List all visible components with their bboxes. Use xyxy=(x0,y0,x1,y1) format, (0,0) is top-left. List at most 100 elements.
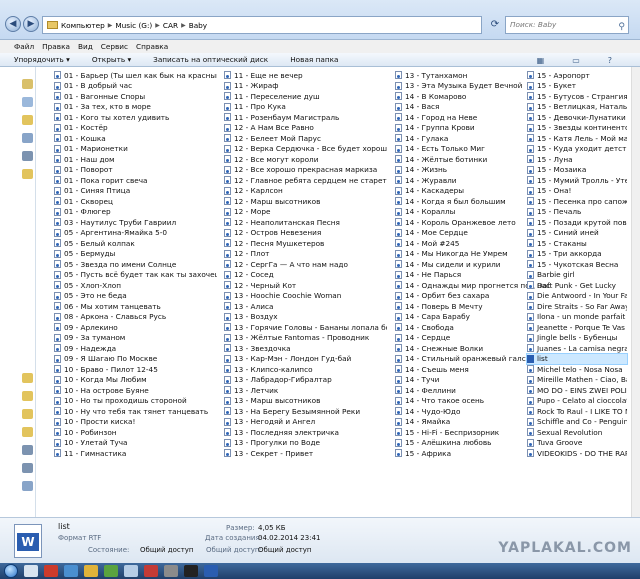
file-item[interactable]: 13 - Последняя электричка xyxy=(224,427,387,438)
file-item[interactable]: 01 - Кого ты хотел удивить xyxy=(54,112,217,123)
file-item[interactable]: Ilona - un monde parfait xyxy=(527,312,627,323)
file-item[interactable]: VIDEOKIDS - DO THE RAP xyxy=(527,448,627,459)
file-item[interactable]: 01 - Марионетки xyxy=(54,144,217,155)
app-taskbar-icon[interactable] xyxy=(124,565,138,577)
menu-edit[interactable]: Правка xyxy=(42,40,70,53)
file-item[interactable]: 12 - Черный Кот xyxy=(224,280,387,291)
file-item[interactable]: 15 - Она! xyxy=(527,186,627,197)
preview-pane-icon[interactable]: ▭ xyxy=(572,54,580,68)
drive-icon[interactable] xyxy=(22,445,33,455)
file-item[interactable]: 13 - Лабрадор-Гибралтар xyxy=(224,375,387,386)
file-item[interactable]: 13 - Прогулки по Воде xyxy=(224,438,387,449)
file-item[interactable]: 11 - Жираф xyxy=(224,81,387,92)
file-item[interactable]: 13 - На Берегу Безымянной Реки xyxy=(224,406,387,417)
menu-help[interactable]: Справка xyxy=(136,40,168,53)
file-item[interactable]: 15 - Позади крутой поворот xyxy=(527,217,627,228)
file-item[interactable]: 05 - Аргентина-Ямайка 5-0 xyxy=(54,228,217,239)
breadcrumb-computer[interactable]: Компьютер xyxy=(61,21,105,30)
file-item[interactable]: list xyxy=(526,352,628,365)
file-item[interactable]: 13 - Марш высотников xyxy=(224,396,387,407)
file-item[interactable]: 01 - Флюгер xyxy=(54,207,217,218)
network-icon[interactable] xyxy=(22,481,33,491)
file-item[interactable]: Mireille Mathen - Ciao, Bambino xyxy=(527,375,627,386)
ie-taskbar-icon[interactable] xyxy=(64,565,78,577)
file-item[interactable]: 13 - Секрет - Привет xyxy=(224,448,387,459)
breadcrumb-music[interactable]: Music (G:) xyxy=(115,21,152,30)
file-item[interactable]: 13 - Негодяй и Ангел xyxy=(224,417,387,428)
file-item[interactable]: 15 - Букет xyxy=(527,81,627,92)
file-item[interactable]: 12 - Неаполитанская Песня xyxy=(224,217,387,228)
open-button[interactable]: Открыть ▾ xyxy=(92,53,131,66)
file-item[interactable]: 09 - Арлекино xyxy=(54,322,217,333)
file-item[interactable]: 01 - Барьер (Ты шел как бык на красный с… xyxy=(54,70,217,81)
menu-view[interactable]: Вид xyxy=(78,40,93,53)
file-item[interactable]: 12 - СергГа — А что нам надо xyxy=(224,259,387,270)
file-item[interactable]: 12 - А Нам Все Равно xyxy=(224,123,387,134)
computer-icon[interactable] xyxy=(22,133,33,143)
file-item[interactable]: 11 - Переселение душ xyxy=(224,91,387,102)
file-item[interactable]: 13 - Hoochie Coochie Woman xyxy=(224,291,387,302)
file-item[interactable]: 05 - Бермуды xyxy=(54,249,217,260)
file-item[interactable]: 13 - Горячие Головы - Бананы лопала бомб… xyxy=(224,322,387,333)
file-item[interactable]: 15 - Куда уходит детство xyxy=(527,144,627,155)
folder-icon[interactable] xyxy=(22,391,33,401)
file-item[interactable]: 15 - Песенка про сапожника xyxy=(527,196,627,207)
file-item[interactable]: 10 - Прости киска! xyxy=(54,417,217,428)
file-item[interactable]: 12 - Море xyxy=(224,207,387,218)
file-item[interactable]: 01 - Вагонные Споры xyxy=(54,91,217,102)
folder-taskbar-icon[interactable] xyxy=(84,565,98,577)
file-item[interactable]: 12 - Все могут короли xyxy=(224,154,387,165)
file-item[interactable]: 13 - Летчик xyxy=(224,385,387,396)
folder-icon[interactable] xyxy=(22,169,33,179)
breadcrumb-separator[interactable]: ▶ xyxy=(181,22,186,29)
file-item[interactable]: Michel telo - Nosa Nosa xyxy=(527,364,627,375)
file-item[interactable]: 15 - Три аккорда xyxy=(527,249,627,260)
file-item[interactable]: 01 - Синяя Птица xyxy=(54,186,217,197)
file-item[interactable]: 12 - Главное ребята сердцем не стареть xyxy=(224,175,387,186)
file-item[interactable]: Pupo - Celato al cioccolato xyxy=(527,396,627,407)
folder-icon[interactable] xyxy=(22,373,33,383)
file-item[interactable]: 12 - Верка Сердючка - Все будет хорошо xyxy=(224,144,387,155)
file-item[interactable]: 15 - Звезды континентов xyxy=(527,123,627,134)
file-item[interactable]: 15 - Мозаика xyxy=(527,165,627,176)
file-item[interactable]: MO DO - EINS ZWEI POLIZEI xyxy=(527,385,627,396)
file-item[interactable]: 05 - Пусть всё будет так как ты захочешь xyxy=(54,270,217,281)
file-item[interactable]: 09 - За туманом xyxy=(54,333,217,344)
file-item[interactable]: 12 - Сосед xyxy=(224,270,387,281)
file-item[interactable]: Dire Straits - So Far Away xyxy=(527,301,627,312)
file-item[interactable]: 15 - Аэропорт xyxy=(527,70,627,81)
breadcrumb-baby[interactable]: Baby xyxy=(189,21,207,30)
organize-button[interactable]: Упорядочить ▾ xyxy=(14,53,70,66)
opera-taskbar-icon[interactable] xyxy=(44,565,58,577)
file-item[interactable]: 10 - Когда Мы Любим xyxy=(54,375,217,386)
file-item[interactable]: 05 - Это не беда xyxy=(54,291,217,302)
folder-icon[interactable] xyxy=(22,427,33,437)
file-item[interactable]: 09 - Я Шагаю По Москве xyxy=(54,354,217,365)
file-item[interactable]: 10 - На острове Буяне xyxy=(54,385,217,396)
file-item[interactable]: 10 - Ну что тебя так тянет танцевать xyxy=(54,406,217,417)
file-item[interactable]: 15 - Ветлицкая, Наталья - Жить xyxy=(527,102,627,113)
menu-file[interactable]: Файл xyxy=(14,40,34,53)
file-item[interactable]: 05 - Звезда по имени Солнце xyxy=(54,259,217,270)
breadcrumb-car[interactable]: CAR xyxy=(163,21,178,30)
desktop-icon[interactable] xyxy=(22,97,33,107)
file-item[interactable]: 12 - Карлсон xyxy=(224,186,387,197)
drive-icon[interactable] xyxy=(22,463,33,473)
file-item[interactable]: 08 - Аркона - Славься Русь xyxy=(54,312,217,323)
view-options-icon[interactable]: ▦ xyxy=(537,54,545,68)
file-item[interactable]: 01 - Кошка xyxy=(54,133,217,144)
file-item[interactable]: 01 - Костёр xyxy=(54,123,217,134)
search-input[interactable]: Поиск: Baby ⚲ xyxy=(505,16,629,34)
app-taskbar-icon[interactable] xyxy=(164,565,178,577)
file-item[interactable]: 01 - В добрый час xyxy=(54,81,217,92)
file-item[interactable]: 09 - Надежда xyxy=(54,343,217,354)
new-folder-button[interactable]: Новая папка xyxy=(290,53,338,66)
file-item[interactable]: 01 - За тех, кто в море xyxy=(54,102,217,113)
file-item[interactable]: 10 - Робинзон xyxy=(54,427,217,438)
file-item[interactable]: Barbie girl xyxy=(527,270,627,281)
drive-icon[interactable] xyxy=(22,151,33,161)
file-item[interactable]: 11 - Розенбаум Магистраль xyxy=(224,112,387,123)
file-item[interactable]: Sexual Revolution xyxy=(527,427,627,438)
file-item[interactable]: 13 - Кар-Мэн - Лондон Гуд-бай xyxy=(224,354,387,365)
file-item[interactable]: 15 - Синий иней xyxy=(527,228,627,239)
